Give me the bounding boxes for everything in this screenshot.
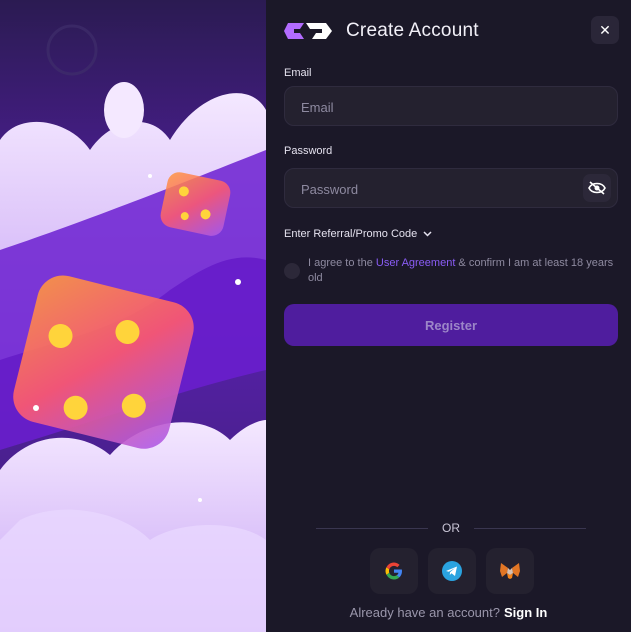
- divider-line-right: [474, 527, 586, 529]
- metamask-login-button[interactable]: [486, 548, 534, 594]
- form-panel: Create Account ✕ Email Password Enter Re…: [266, 0, 631, 632]
- password-input[interactable]: [299, 169, 573, 209]
- toggle-password-visibility-button[interactable]: [583, 174, 611, 202]
- email-field-wrapper: [284, 86, 618, 127]
- agreement-text: I agree to the User Agreement & confirm …: [308, 256, 618, 286]
- page-title: Create Account: [346, 20, 479, 41]
- eye-off-icon: [588, 181, 606, 195]
- dice-clouds-artwork: [0, 0, 266, 632]
- divider-line-left: [316, 527, 428, 529]
- close-icon: ✕: [599, 21, 611, 38]
- or-divider: OR: [316, 521, 586, 535]
- register-button[interactable]: Register: [284, 304, 618, 346]
- or-text: OR: [442, 521, 460, 535]
- agreement-text-before: I agree to the: [308, 257, 376, 269]
- password-field-wrapper: [284, 168, 618, 209]
- chevron-down-icon: [423, 231, 432, 237]
- agreement-row: I agree to the User Agreement & confirm …: [284, 256, 618, 286]
- create-account-modal: Create Account ✕ Email Password Enter Re…: [0, 0, 631, 632]
- email-input[interactable]: [299, 87, 573, 127]
- google-login-button[interactable]: [370, 548, 418, 594]
- social-login-buttons: [370, 548, 534, 594]
- brand-logo-icon: [284, 23, 332, 39]
- user-agreement-link[interactable]: User Agreement: [376, 257, 455, 269]
- telegram-icon: [442, 561, 462, 581]
- sign-in-link[interactable]: Sign In: [504, 605, 547, 620]
- promo-code-toggle[interactable]: Enter Referral/Promo Code: [284, 228, 432, 240]
- signin-row: Already have an account? Sign In: [266, 605, 631, 620]
- google-icon: [385, 562, 402, 580]
- password-label: Password: [284, 145, 333, 157]
- promo-code-label: Enter Referral/Promo Code: [284, 228, 418, 240]
- modal-header: Create Account ✕: [284, 14, 619, 48]
- agreement-checkbox[interactable]: [284, 263, 300, 279]
- close-button[interactable]: ✕: [591, 16, 619, 44]
- telegram-login-button[interactable]: [428, 548, 476, 594]
- hero-illustration: [0, 0, 266, 632]
- metamask-icon: [500, 563, 520, 579]
- email-label: Email: [284, 67, 312, 79]
- signin-question: Already have an account?: [349, 605, 500, 620]
